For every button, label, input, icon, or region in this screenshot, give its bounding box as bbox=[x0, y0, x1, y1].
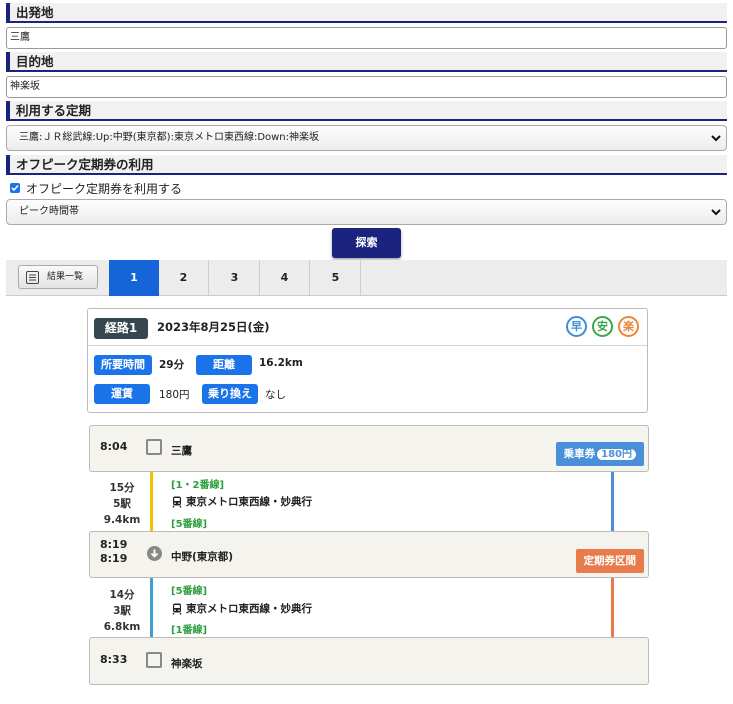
time-select[interactable]: ピーク時間帯 bbox=[6, 199, 727, 225]
station-name[interactable]: 三鷹 bbox=[171, 443, 192, 458]
station-row: 8:19 8:19 中野(東京都) 定期券区間 bbox=[89, 531, 649, 578]
segment-meta: 15分 5駅 9.4km bbox=[95, 480, 149, 528]
station-square-icon bbox=[146, 439, 162, 455]
segment-duration: 15分 bbox=[109, 482, 135, 494]
station-name[interactable]: 中野(東京都) bbox=[171, 549, 233, 564]
pass-select-value: 三鷹:ＪＲ総武線:Up:中野(東京都):東京メトロ東西線:Down:神楽坂 bbox=[19, 132, 320, 143]
arrow-down-icon bbox=[147, 546, 162, 561]
departure-time: 8:04 bbox=[100, 440, 128, 453]
arrival-time: 8:19 bbox=[100, 538, 128, 551]
time-select-value: ピーク時間帯 bbox=[19, 206, 79, 217]
transfer-label: 乗り換え bbox=[202, 384, 258, 404]
segment-1-line bbox=[150, 472, 153, 531]
station-row: 8:04 三鷹 乗車券 180円 bbox=[89, 425, 649, 472]
easy-icon: 楽 bbox=[618, 316, 639, 337]
cheap-icon: 安 bbox=[592, 316, 613, 337]
tab-route-3[interactable]: 3 bbox=[210, 260, 260, 296]
duration-value: 29分 bbox=[159, 359, 185, 371]
offpeak-heading: オフピーク定期券の利用 bbox=[6, 155, 727, 175]
fare-range-line bbox=[611, 472, 614, 531]
route-summary-card: 経路1 2023年8月25日(金) 早 安 楽 所要時間 29分 距離 16.2… bbox=[87, 308, 648, 413]
offpeak-checkbox-row[interactable]: オフピーク定期券を利用する bbox=[10, 180, 182, 196]
result-tabbar: 結果一覧 1 2 3 4 5 bbox=[6, 260, 727, 296]
departure-time: 8:19 bbox=[100, 552, 128, 565]
tab-route-2[interactable]: 2 bbox=[159, 260, 209, 296]
segment-meta: 14分 3駅 6.8km bbox=[95, 587, 149, 635]
pass-select[interactable]: 三鷹:ＪＲ総武線:Up:中野(東京都):東京メトロ東西線:Down:神楽坂 bbox=[6, 125, 727, 151]
route-card-header: 経路1 2023年8月25日(金) 早 安 楽 bbox=[88, 309, 647, 346]
pass-heading: 利用する定期 bbox=[6, 101, 727, 121]
fare-value: 180円 bbox=[159, 389, 190, 401]
chevron-down-icon bbox=[711, 209, 721, 216]
platform-from: [1・2番線] bbox=[171, 480, 225, 491]
tab-route-5[interactable]: 5 bbox=[311, 260, 361, 296]
distance-label: 距離 bbox=[196, 355, 252, 375]
line-name[interactable]: 東京メトロ東西線・妙典行 bbox=[171, 494, 312, 509]
platform-to: [1番線] bbox=[171, 625, 208, 636]
arrival-time: 8:33 bbox=[100, 653, 128, 666]
offpeak-checkbox[interactable] bbox=[10, 183, 20, 193]
line-name-text: 東京メトロ東西線・妙典行 bbox=[186, 496, 312, 508]
pass-range-line bbox=[611, 578, 614, 637]
segment-stops: 3駅 bbox=[113, 605, 131, 617]
route-date: 2023年8月25日(金) bbox=[157, 320, 270, 334]
result-list-button[interactable]: 結果一覧 bbox=[18, 265, 98, 289]
train-icon bbox=[172, 603, 182, 615]
segment-2-line bbox=[150, 578, 153, 637]
duration-label: 所要時間 bbox=[94, 355, 152, 375]
ticket-badge: 乗車券 180円 bbox=[555, 442, 644, 466]
checkmark-icon bbox=[11, 184, 19, 192]
search-button[interactable]: 探索 bbox=[332, 228, 401, 258]
segment-duration: 14分 bbox=[109, 589, 135, 601]
fare-label: 運賃 bbox=[94, 384, 150, 404]
result-list-label: 結果一覧 bbox=[47, 272, 84, 282]
segment-stops: 5駅 bbox=[113, 498, 131, 510]
platform-to: [5番線] bbox=[171, 519, 208, 530]
origin-input[interactable]: 三鷹 bbox=[6, 27, 727, 49]
origin-heading: 出発地 bbox=[6, 3, 727, 23]
transfer-value: なし bbox=[265, 389, 286, 401]
tab-route-4[interactable]: 4 bbox=[260, 260, 310, 296]
station-square-icon bbox=[146, 652, 162, 668]
transfer-time: 8:19 8:19 bbox=[100, 538, 127, 566]
station-row: 8:33 神楽坂 bbox=[89, 637, 649, 685]
segment-distance: 6.8km bbox=[103, 621, 141, 633]
distance-value: 16.2km bbox=[259, 357, 303, 369]
platform-from: [5番線] bbox=[171, 586, 208, 597]
line-name[interactable]: 東京メトロ東西線・妙典行 bbox=[171, 601, 312, 616]
offpeak-checkbox-label: オフピーク定期券を利用する bbox=[26, 181, 183, 196]
segment-distance: 9.4km bbox=[103, 514, 141, 526]
ticket-badge-label: 乗車券 bbox=[563, 448, 596, 460]
fast-icon: 早 bbox=[566, 316, 587, 337]
pass-section-badge: 定期券区間 bbox=[575, 549, 644, 573]
list-icon bbox=[26, 271, 39, 284]
station-name[interactable]: 神楽坂 bbox=[171, 656, 203, 671]
line-name-text: 東京メトロ東西線・妙典行 bbox=[186, 603, 312, 615]
route-badge: 経路1 bbox=[94, 318, 148, 339]
destination-input[interactable]: 神楽坂 bbox=[6, 76, 727, 98]
tab-route-1[interactable]: 1 bbox=[109, 260, 159, 296]
chevron-down-icon bbox=[711, 135, 721, 142]
train-icon bbox=[172, 496, 182, 508]
destination-heading: 目的地 bbox=[6, 52, 727, 72]
ticket-badge-amount: 180円 bbox=[597, 449, 636, 460]
